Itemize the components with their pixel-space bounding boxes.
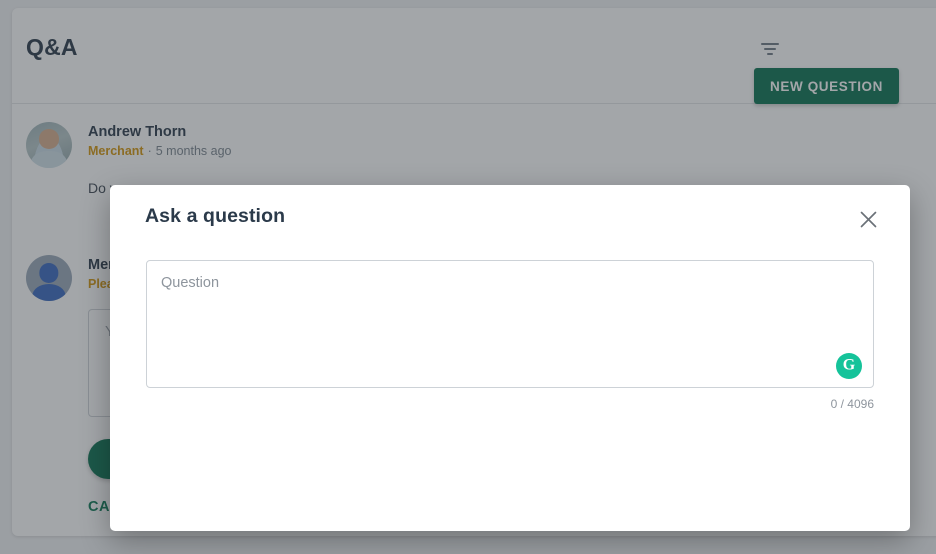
character-counter: 0 / 4096 [830, 397, 874, 411]
grammarly-icon[interactable]: G [836, 353, 862, 379]
ask-question-dialog: Ask a question Question G 0 / 4096 CANCE… [110, 185, 910, 531]
dialog-title: Ask a question [145, 205, 286, 227]
grammarly-icon-glyph: G [842, 356, 856, 374]
question-input[interactable]: Question G [146, 260, 874, 388]
close-icon[interactable] [854, 205, 882, 233]
question-placeholder: Question [161, 275, 220, 291]
